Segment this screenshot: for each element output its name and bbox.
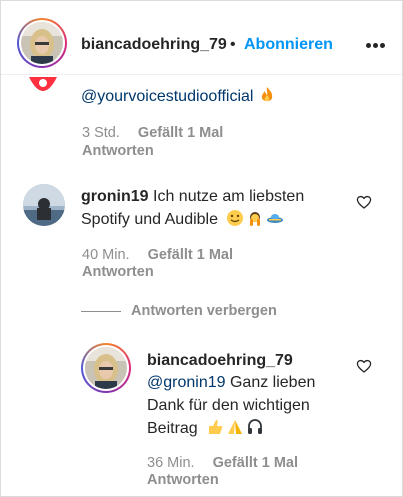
gronin19-comment-line2: Spotify und Audible [81, 208, 286, 231]
gronin19-username[interactable]: gronin19 [81, 188, 149, 205]
partial-comment-mention[interactable]: @yourvoicestudioofficial [81, 85, 278, 108]
header-username[interactable]: biancadoehring_79 [81, 36, 227, 54]
partial-comment-reply[interactable]: Antworten [82, 141, 154, 161]
headphones-emoji [248, 419, 263, 434]
follow-button[interactable]: Abonnieren [244, 36, 333, 54]
hands-emoji [250, 212, 261, 226]
hide-replies-button[interactable]: Antworten verbergen [131, 301, 277, 321]
post-header: biancadoehring_79 • Abonnieren [1, 1, 402, 75]
partial-comment-meta: 3 Std. Gefällt 1 Mal [82, 123, 223, 143]
partial-comment-avatar[interactable] [25, 71, 61, 99]
bianca-reply-line3: Beitrag [147, 417, 266, 440]
ufo-emoji [267, 214, 284, 223]
bianca-reply-username[interactable]: biancadoehring_79 [147, 349, 293, 372]
header-avatar[interactable] [17, 18, 67, 68]
gronin19-avatar[interactable] [23, 184, 65, 226]
heart-icon[interactable] [356, 358, 372, 374]
smile-emoji [227, 210, 244, 226]
bianca-reply-line1: @gronin19 Ganz lieben [147, 374, 316, 391]
bianca-reply-reply[interactable]: Antworten [147, 470, 219, 490]
pray-emoji [228, 420, 243, 434]
gronin19-comment-line1: gronin19 Ich nutze am liebsten [81, 188, 305, 205]
more-icon[interactable] [366, 43, 386, 49]
bianca-reply-time[interactable]: 36 Min. [147, 455, 195, 471]
replies-divider [81, 311, 121, 312]
header-separator: • [230, 36, 236, 53]
partial-comment-time[interactable]: 3 Std. [82, 125, 120, 141]
fire-emoji [261, 87, 273, 102]
post-comments-panel: biancadoehring_79 • Abonnieren @yourvoic… [0, 0, 403, 497]
gronin19-likes[interactable]: Gefällt 1 Mal [148, 247, 233, 263]
bianca-reply-mention[interactable]: @gronin19 [147, 374, 226, 391]
bianca-reply-avatar[interactable] [81, 343, 131, 393]
bianca-reply-line2: Dank für den wichtigen [147, 397, 310, 414]
gronin19-time[interactable]: 40 Min. [82, 247, 130, 263]
partial-comment-likes[interactable]: Gefällt 1 Mal [138, 125, 223, 141]
bianca-reply-likes[interactable]: Gefällt 1 Mal [213, 455, 298, 471]
heart-icon[interactable] [356, 194, 372, 210]
thumbs-emoji [209, 420, 223, 434]
gronin19-reply[interactable]: Antworten [82, 262, 154, 282]
